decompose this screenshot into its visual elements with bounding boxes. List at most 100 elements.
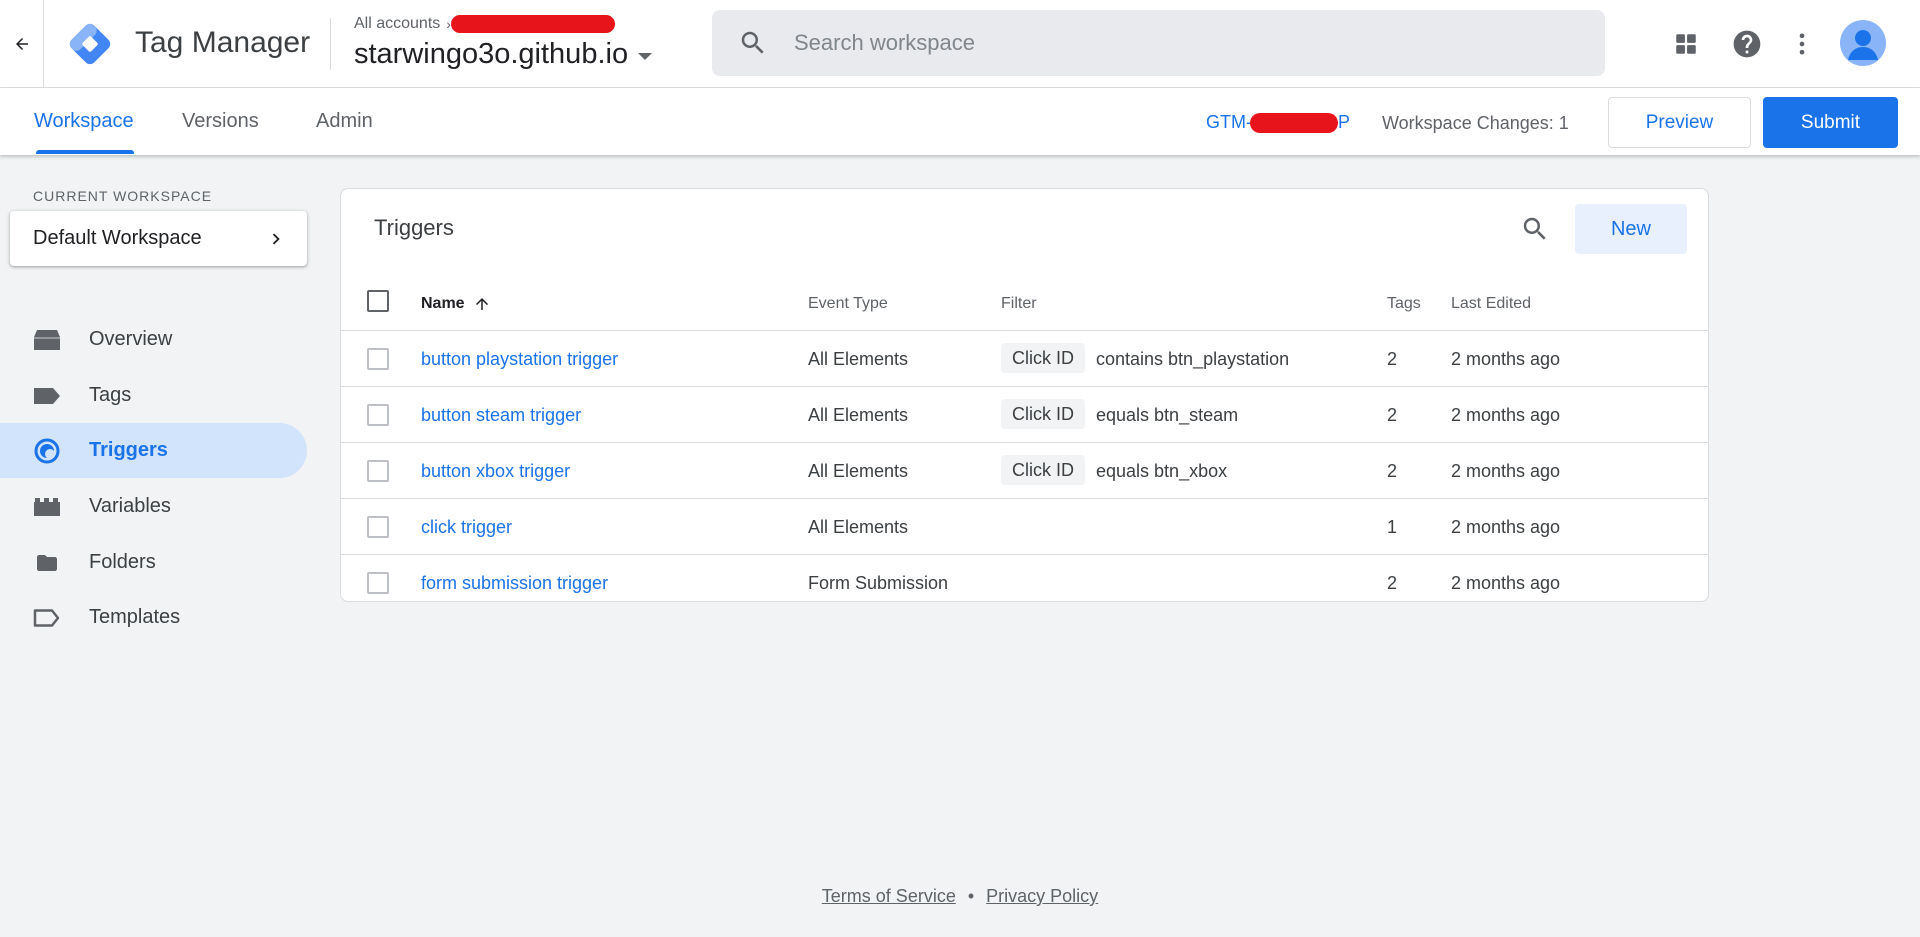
privacy-policy-link[interactable]: Privacy Policy (986, 886, 1098, 907)
event-type: All Elements (808, 349, 909, 369)
redacted-container-id (1249, 112, 1338, 133)
header-divider (330, 18, 331, 70)
current-workspace-heading: CURRENT WORKSPACE (33, 188, 213, 204)
sidebar-item-triggers[interactable]: Triggers (0, 423, 307, 478)
workspace-name: Default Workspace (33, 227, 202, 249)
triggers-title: Triggers (374, 215, 454, 240)
help-button[interactable] (1727, 24, 1767, 64)
workspace-tab-bar: Workspace Versions Admin GTM- P Workspac… (0, 88, 1920, 155)
tab-admin[interactable]: Admin (316, 88, 373, 155)
trigger-name-link[interactable]: button steam trigger (421, 405, 581, 426)
sidebar-item-templates[interactable]: Templates (0, 590, 307, 645)
column-header-last-edited[interactable]: Last Edited (1451, 295, 1531, 313)
submit-button[interactable]: Submit (1763, 97, 1898, 148)
column-header-name-label: Name (421, 295, 465, 312)
container-id-prefix: GTM- (1206, 112, 1252, 132)
search-input[interactable] (794, 30, 1574, 56)
last-edited: 2 months ago (1451, 405, 1561, 425)
column-header-event-type[interactable]: Event Type (808, 295, 888, 313)
chevron-right-icon (272, 233, 280, 244)
terms-of-service-link[interactable]: Terms of Service (822, 886, 956, 907)
apps-grid-icon (1676, 34, 1696, 54)
table-row: click trigger All Elements 1 2 months ag… (341, 499, 1708, 555)
sidebar-item-tags[interactable]: Tags (0, 368, 307, 423)
container-line: starwingo3o.github.io (354, 38, 653, 71)
redacted-account-name (450, 15, 615, 33)
column-header-filter[interactable]: Filter (1001, 295, 1037, 313)
last-edited: 2 months ago (1451, 461, 1561, 481)
tag-count: 1 (1387, 517, 1398, 537)
tag-manager-logo-icon (69, 23, 111, 65)
page-footer: Terms of Service • Privacy Policy (0, 886, 1920, 907)
sort-arrow-up-icon (475, 298, 488, 310)
sidebar-item-label: Variables (89, 495, 171, 517)
search-icon (1523, 217, 1546, 240)
column-header-name[interactable]: Name (421, 295, 491, 313)
preview-button[interactable]: Preview (1608, 97, 1751, 148)
more-vert-icon (1799, 33, 1805, 55)
event-type: All Elements (808, 405, 909, 425)
more-options-button[interactable] (1782, 24, 1822, 64)
trigger-name-link[interactable]: button playstation trigger (421, 349, 618, 370)
trigger-name-link[interactable]: button xbox trigger (421, 461, 570, 482)
account-avatar[interactable] (1840, 20, 1886, 66)
tag-count: 2 (1387, 573, 1398, 593)
table-search-button[interactable] (1517, 211, 1553, 247)
table-header: Name Event Type Filter Tags Last Edited (341, 275, 1708, 331)
sidebar-item-label: Folders (89, 551, 156, 573)
overview-icon (33, 326, 61, 354)
trigger-name-link[interactable]: click trigger (421, 517, 512, 538)
trigger-icon (33, 437, 61, 465)
back-button[interactable] (0, 0, 44, 88)
last-edited: 2 months ago (1451, 517, 1561, 537)
all-accounts-label: All accounts (354, 15, 441, 32)
tag-count: 2 (1387, 405, 1398, 425)
account-line: All accounts › (354, 14, 652, 34)
search-icon (738, 28, 768, 58)
variables-icon (33, 493, 61, 521)
table-row: button playstation trigger All Elements … (341, 331, 1708, 387)
apps-button[interactable] (1666, 24, 1706, 64)
container-name: starwingo3o.github.io (354, 38, 629, 70)
search-workspace-box[interactable] (712, 10, 1605, 76)
tab-versions[interactable]: Versions (182, 88, 259, 155)
new-trigger-button[interactable]: New (1575, 204, 1687, 254)
help-icon (1733, 30, 1761, 58)
user-avatar-icon (1848, 30, 1878, 60)
row-checkbox[interactable] (367, 516, 389, 538)
row-checkbox[interactable] (367, 348, 389, 370)
event-type: All Elements (808, 517, 909, 537)
event-type: All Elements (808, 461, 909, 481)
container-id-suffix: P (1337, 112, 1350, 132)
active-tab-indicator (36, 150, 134, 154)
container-id-link[interactable]: GTM- P (1206, 112, 1350, 133)
folder-icon (33, 549, 61, 577)
event-type: Form Submission (808, 573, 949, 593)
tag-count: 2 (1387, 349, 1398, 369)
sidebar-item-label: Triggers (89, 439, 168, 461)
table-row: form submission trigger Form Submission … (341, 555, 1708, 611)
back-arrow-icon (15, 38, 28, 50)
sidebar-item-overview[interactable]: Overview (0, 312, 307, 367)
sidebar-item-label: Tags (89, 384, 132, 406)
trigger-name-link[interactable]: form submission trigger (421, 573, 608, 594)
tag-count: 2 (1387, 461, 1398, 481)
select-all-checkbox[interactable] (367, 290, 389, 312)
tab-workspace[interactable]: Workspace (34, 88, 134, 155)
workspace-changes-count: Workspace Changes: 1 (1382, 113, 1569, 133)
sidebar-item-variables[interactable]: Variables (0, 479, 307, 534)
filter-expression: equals btn_xbox (1096, 461, 1228, 481)
sidebar-item-label: Overview (89, 328, 173, 350)
column-header-tags[interactable]: Tags (1387, 295, 1421, 313)
account-container-picker[interactable]: All accounts › starwingo3o.github.io (354, 14, 653, 71)
row-checkbox[interactable] (367, 460, 389, 482)
filter-variable-chip: Click ID (1001, 455, 1085, 485)
row-checkbox[interactable] (367, 404, 389, 426)
dropdown-caret-icon (638, 53, 653, 60)
row-checkbox[interactable] (367, 572, 389, 594)
filter-variable-chip: Click ID (1001, 399, 1085, 429)
last-edited: 2 months ago (1451, 573, 1561, 593)
sidebar-item-folders[interactable]: Folders (0, 535, 307, 590)
product-name: Tag Manager (135, 26, 311, 59)
workspace-selector[interactable]: Default Workspace (10, 211, 307, 266)
